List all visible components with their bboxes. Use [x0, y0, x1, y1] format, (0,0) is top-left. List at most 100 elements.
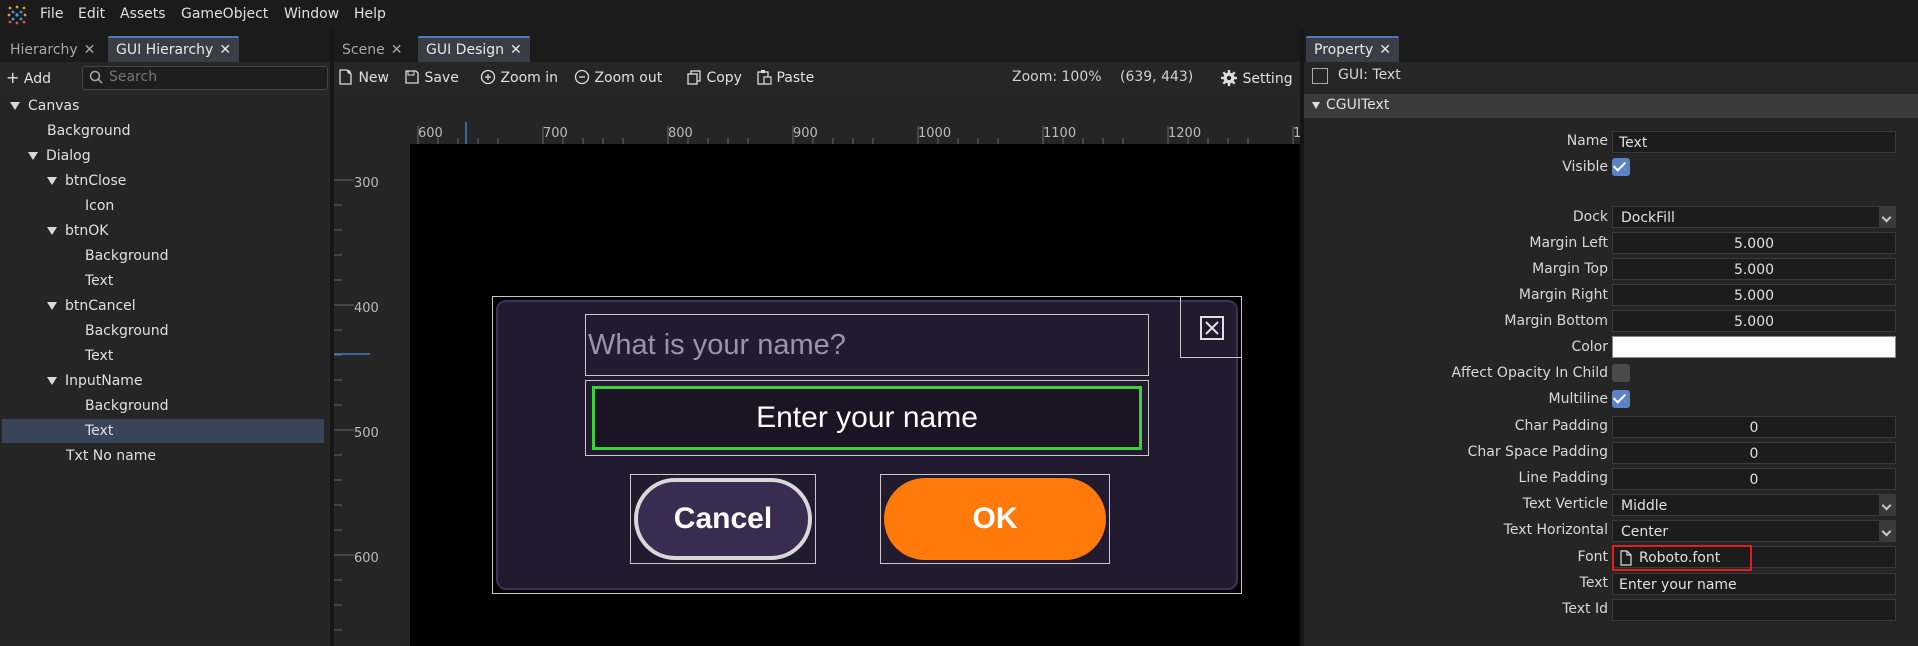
- horizontal-ruler: 600 700 800 900 1000 1100 1200 1: [334, 92, 1301, 144]
- margin-top-field[interactable]: 5.000: [1612, 258, 1896, 280]
- prop-label-margin-bottom: Margin Bottom: [1504, 313, 1608, 329]
- prop-label-text-id: Text Id: [1562, 601, 1608, 617]
- save-button[interactable]: Save: [404, 69, 459, 86]
- tree-item-txt-no-name[interactable]: Txt No name: [0, 444, 330, 468]
- copy-label: Copy: [706, 70, 742, 86]
- name-input[interactable]: Enter your name: [592, 386, 1142, 450]
- search-icon: [89, 70, 103, 84]
- tree-item-text[interactable]: Text: [0, 269, 330, 293]
- close-icon[interactable]: ✕: [1379, 42, 1391, 58]
- object-active-checkbox[interactable]: [1312, 68, 1328, 84]
- tab-scene[interactable]: Scene ✕: [334, 38, 410, 62]
- checkmark-icon: [1612, 390, 1627, 404]
- prop-label-name: Name: [1566, 133, 1608, 149]
- paste-button[interactable]: Paste: [756, 69, 814, 86]
- new-button[interactable]: New: [338, 69, 389, 86]
- tab-gui-design[interactable]: GUI Design ✕: [418, 36, 530, 62]
- setting-button[interactable]: Setting: [1220, 69, 1293, 87]
- char-padding-field[interactable]: 0: [1612, 416, 1896, 438]
- tree-item-background[interactable]: Background: [0, 319, 330, 343]
- char-space-padding-field[interactable]: 0: [1612, 442, 1896, 464]
- text-verticle-value: Middle: [1621, 498, 1668, 514]
- design-canvas[interactable]: What is your name? Enter your name Cance…: [410, 144, 1300, 646]
- property-tabbar: Property ✕: [1304, 30, 1918, 62]
- ruler-label: 1200: [1168, 126, 1202, 141]
- close-icon[interactable]: ✕: [84, 42, 96, 58]
- close-icon[interactable]: ✕: [510, 42, 522, 58]
- name-field[interactable]: Text: [1612, 131, 1896, 153]
- close-icon[interactable]: ✕: [391, 42, 403, 58]
- search-placeholder: Search: [109, 69, 158, 85]
- zoom-out-button[interactable]: Zoom out: [574, 69, 662, 86]
- tree-item-text-selected[interactable]: Text: [2, 419, 324, 443]
- new-label: New: [358, 70, 389, 86]
- tree-item-background[interactable]: Background: [0, 119, 330, 143]
- tab-label: GUI Hierarchy: [116, 42, 214, 58]
- tree-item-label: Text: [85, 273, 114, 289]
- search-input[interactable]: Search: [82, 66, 328, 90]
- tab-gui-hierarchy[interactable]: GUI Hierarchy ✕: [108, 36, 240, 62]
- margin-bottom-field[interactable]: 5.000: [1612, 310, 1896, 332]
- ruler-label: 1100: [1043, 126, 1077, 141]
- tab-hierarchy[interactable]: Hierarchy ✕: [2, 38, 103, 62]
- tree-item-background[interactable]: Background: [0, 244, 330, 268]
- line-padding-field[interactable]: 0: [1612, 468, 1896, 490]
- expand-triangle-icon[interactable]: [47, 377, 57, 385]
- hierarchy-panel: Hierarchy ✕ GUI Hierarchy ✕ + Add Search C…: [0, 30, 330, 646]
- margin-left-field[interactable]: 5.000: [1612, 232, 1896, 254]
- zoom-in-button[interactable]: Zoom in: [480, 69, 558, 86]
- design-toolbar: New Save Zoom in Zoom out Copy Paste Zoo…: [334, 62, 1300, 92]
- tree-item-icon[interactable]: Icon: [0, 194, 330, 218]
- expand-triangle-icon[interactable]: [47, 227, 57, 235]
- text-verticle-select[interactable]: Middle: [1612, 494, 1896, 516]
- tree-item-btnok[interactable]: btnOK: [0, 219, 330, 243]
- section-header[interactable]: CGUIText: [1304, 94, 1918, 118]
- tree-item-label: Background: [85, 248, 169, 264]
- menu-help[interactable]: Help: [354, 6, 386, 22]
- margin-right-field[interactable]: 5.000: [1612, 284, 1896, 306]
- expand-triangle-icon[interactable]: [47, 177, 57, 185]
- vertical-ruler: 300 400 500 600: [334, 144, 410, 646]
- setting-label: Setting: [1242, 71, 1293, 87]
- tree-item-btncancel[interactable]: btnCancel: [0, 294, 330, 318]
- dock-select[interactable]: DockFill: [1612, 206, 1896, 228]
- tab-property[interactable]: Property ✕: [1306, 36, 1399, 62]
- tree-item-btnclose[interactable]: btnClose: [0, 169, 330, 193]
- close-icon[interactable]: ✕: [219, 42, 231, 58]
- cursor-coords: (639, 443): [1120, 69, 1194, 85]
- ruler-label: 600: [354, 551, 379, 566]
- object-label: GUI: Text: [1338, 67, 1401, 83]
- menu-assets[interactable]: Assets: [120, 6, 166, 22]
- tree-item-label: btnClose: [65, 173, 127, 189]
- copy-button[interactable]: Copy: [686, 69, 742, 86]
- menu-gameobject[interactable]: GameObject: [181, 6, 268, 22]
- tree-item-background[interactable]: Background: [0, 394, 330, 418]
- expand-triangle-icon[interactable]: [47, 302, 57, 310]
- menu-window[interactable]: Window: [284, 6, 339, 22]
- tree-item-label: Dialog: [46, 148, 91, 164]
- expand-triangle-icon[interactable]: [10, 102, 20, 110]
- tree-item-text[interactable]: Text: [0, 344, 330, 368]
- affect-opacity-checkbox[interactable]: [1612, 364, 1630, 382]
- tree-item-dialog[interactable]: Dialog: [0, 144, 330, 168]
- visible-checkbox[interactable]: [1612, 158, 1630, 176]
- ok-button[interactable]: OK: [884, 478, 1106, 560]
- expand-triangle-icon[interactable]: [28, 152, 38, 160]
- multiline-checkbox[interactable]: [1612, 390, 1630, 408]
- tree-item-canvas[interactable]: Canvas: [0, 94, 330, 118]
- menu-edit[interactable]: Edit: [78, 6, 105, 22]
- text-id-field[interactable]: [1612, 599, 1896, 621]
- add-button[interactable]: + Add: [6, 68, 51, 87]
- zoom-status: Zoom: 100%: [1012, 69, 1102, 85]
- tree-item-label: btnOK: [65, 223, 109, 239]
- tree-item-inputname[interactable]: InputName: [0, 369, 330, 393]
- color-swatch[interactable]: [1612, 336, 1896, 358]
- prop-label-margin-left: Margin Left: [1529, 235, 1608, 251]
- cancel-button[interactable]: Cancel: [634, 478, 812, 560]
- collapse-triangle-icon[interactable]: [1312, 102, 1320, 109]
- menu-file[interactable]: File: [40, 6, 63, 22]
- close-button[interactable]: [1180, 296, 1242, 358]
- text-horizontal-select[interactable]: Center: [1612, 520, 1896, 542]
- text-field[interactable]: Enter your name: [1612, 573, 1896, 595]
- tree-item-label: btnCancel: [65, 298, 136, 314]
